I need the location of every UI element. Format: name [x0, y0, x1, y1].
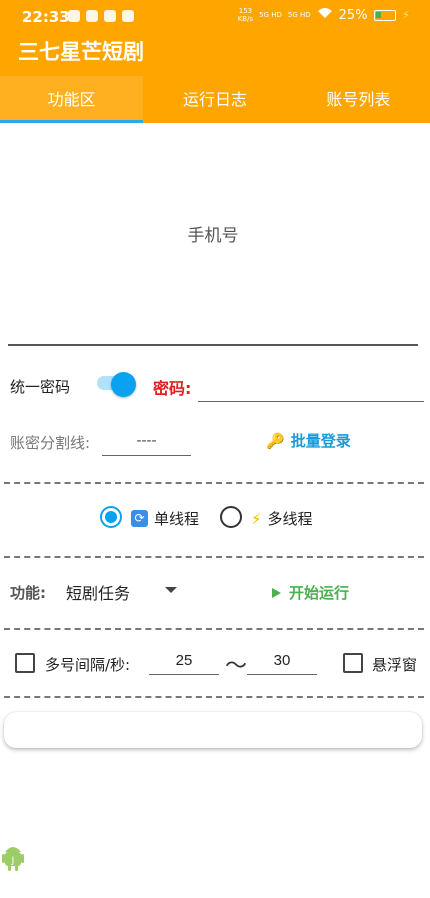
- split-label: 账密分割线:: [10, 434, 91, 452]
- sync-icon: ⟳: [131, 510, 148, 527]
- app-bar: 三七星芒短剧: [0, 34, 430, 76]
- app-notification-icon: [86, 10, 98, 22]
- app-notification-icon: [68, 10, 80, 22]
- divider: [4, 628, 424, 630]
- interval-checkbox[interactable]: [15, 653, 35, 673]
- float-window-checkbox[interactable]: [343, 653, 363, 673]
- battery-icon: [373, 9, 396, 21]
- password-label: 密码:: [153, 379, 192, 398]
- unify-password-label: 统一密码: [10, 378, 71, 396]
- charging-icon: ⚡: [401, 8, 410, 22]
- batch-login-label: 批量登录: [290, 432, 351, 450]
- multi-thread-radio[interactable]: [220, 506, 242, 528]
- interval-max-input[interactable]: [247, 647, 317, 675]
- app-notification-icon: [122, 10, 134, 22]
- password-input[interactable]: [198, 372, 424, 402]
- interval-min-input[interactable]: [149, 647, 219, 675]
- play-icon: [272, 587, 281, 598]
- tab-account-list[interactable]: 账号列表: [287, 76, 430, 123]
- range-separator: ～: [225, 654, 248, 679]
- single-thread-option[interactable]: ⟳ 单线程: [131, 508, 199, 529]
- interval-label: 多号间隔/秒:: [45, 656, 131, 674]
- app-title: 三七星芒短剧: [18, 40, 144, 64]
- bolt-icon: ⚡: [251, 509, 262, 528]
- signal-icon: 5G HD: [259, 11, 282, 19]
- battery-percent: 25%: [338, 7, 368, 23]
- phone-label: 手机号: [187, 226, 239, 246]
- divider: [4, 696, 424, 698]
- status-right: 153 KB/s 5G HD 5G HD 25% ⚡: [238, 7, 410, 23]
- bell-icon: [104, 10, 116, 22]
- dropdown-arrow-icon[interactable]: [165, 587, 177, 593]
- tab-bar: 功能区 运行日志 账号列表: [0, 76, 430, 123]
- multi-thread-label: 多线程: [267, 510, 313, 528]
- single-thread-radio[interactable]: [100, 506, 122, 528]
- network-speed: 153 KB/s: [237, 7, 254, 23]
- function-selected-value: 短剧任务: [66, 584, 131, 603]
- info-card: [4, 712, 422, 748]
- divider: [4, 556, 424, 558]
- split-input[interactable]: [102, 426, 191, 456]
- svg-text:J: J: [11, 856, 15, 866]
- key-icon: 🔑: [266, 431, 285, 450]
- wifi-icon: [317, 7, 333, 23]
- divider: [4, 482, 424, 484]
- status-time: 22:33: [22, 8, 70, 26]
- function-label: 功能:: [10, 584, 46, 602]
- unify-password-toggle[interactable]: [111, 372, 136, 397]
- android-icon[interactable]: J: [2, 842, 24, 872]
- start-run-label: 开始运行: [289, 584, 350, 602]
- blank-area: [0, 756, 430, 898]
- tab-run-log[interactable]: 运行日志: [143, 76, 286, 123]
- multi-thread-option[interactable]: ⚡ 多线程: [251, 508, 313, 529]
- single-thread-label: 单线程: [154, 510, 200, 528]
- status-bar: 22:33 153 KB/s 5G HD 5G HD 25% ⚡: [0, 0, 430, 34]
- signal-icon: 5G HD: [287, 11, 311, 19]
- batch-login-button[interactable]: 🔑 批量登录: [266, 430, 351, 451]
- float-window-label: 悬浮窗: [372, 656, 418, 674]
- start-run-button[interactable]: 开始运行: [272, 582, 349, 603]
- tab-functions[interactable]: 功能区: [0, 76, 144, 123]
- phone-input[interactable]: [8, 344, 418, 346]
- notification-icons: [68, 10, 134, 22]
